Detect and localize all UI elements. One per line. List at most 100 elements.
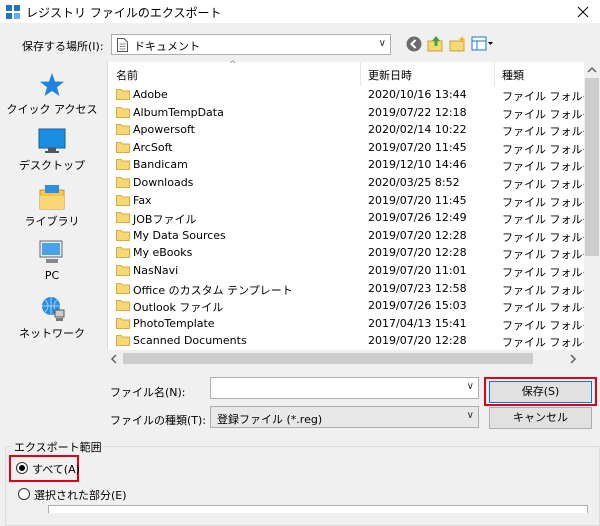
place-label: PC [44,269,60,282]
filetype-select[interactable]: 登録ファイル (*.reg) ∨ [210,406,479,428]
filetype-label: ファイルの種類(T): [110,414,207,427]
folder-icon [116,212,130,224]
filename-label: ファイル名(N): [110,386,186,399]
file-row[interactable]: AlbumTempData 2019/07/22 12:18 ファイル フォルダー [108,104,600,122]
file-row[interactable]: Fax 2019/07/20 11:45 ファイル フォルダー [108,192,600,210]
file-name: My eBooks [133,246,193,260]
place-libraries[interactable]: ライブラリ [0,184,104,246]
file-list[interactable]: ^ 名前 更新日時 種類 Adobe 2020/10/16 13:44 ファイル フ… [107,60,600,367]
file-name: JOBファイル [133,213,197,227]
scroll-left-icon[interactable] [110,354,118,364]
file-date: 2019/07/26 12:49 [368,211,467,225]
export-range-group [5,446,600,526]
file-row[interactable]: My Data Sources 2019/07/20 12:28 ファイル フォルダ… [108,227,600,245]
file-row[interactable]: JOBファイル 2019/07/26 12:49 ファイル フォルダー [108,209,600,227]
file-row[interactable]: PhotoTemplate 2017/04/13 15:41 ファイル フォルダー [108,315,600,333]
file-date: 2019/07/26 15:03 [368,299,467,313]
file-date: 2019/07/20 11:45 [368,140,467,154]
scroll-right-icon[interactable] [569,354,577,364]
file-row[interactable]: Office のカスタム テンプレート 2019/07/23 12:58 ファイル … [108,280,600,298]
file-date: 2019/07/22 12:18 [368,105,467,119]
list-header: ^ 名前 更新日時 種類 [108,60,578,86]
column-divider[interactable] [360,62,361,86]
up-folder-icon[interactable] [427,35,445,53]
place-label: クイック アクセス [6,103,98,116]
folder-icon [116,106,130,118]
new-folder-icon[interactable] [449,35,467,53]
file-date: 2020/03/25 8:52 [368,176,460,189]
pc-icon [39,240,63,263]
filename-input[interactable]: ∨ [210,377,479,399]
radio-selected-branch-label[interactable]: 選択された部分(E) [34,487,127,503]
folder-icon [116,141,130,153]
column-header-name[interactable]: 名前 [116,67,138,83]
file-date: 2019/07/20 11:01 [368,264,467,277]
folder-icon [116,177,130,188]
folder-icon [116,265,130,276]
file-row[interactable]: Apowersoft 2020/02/14 10:22 ファイル フォルダー [108,121,600,139]
file-date: 2019/07/20 12:28 [368,246,467,260]
chevron-down-icon: ∨ [378,38,386,49]
back-icon[interactable] [405,35,423,53]
place-label: デスクトップ [19,159,85,172]
export-range-label: エクスポート範囲 [12,439,104,455]
radio-selected-branch[interactable] [18,488,30,500]
quick-access-star-icon [40,73,64,96]
file-name: My Data Sources [133,228,226,242]
file-row[interactable]: Bandicam 2019/12/10 14:46 ファイル フォルダー [108,156,600,174]
place-network[interactable]: ネットワーク [0,296,104,358]
file-name: NasNavi [133,264,179,277]
file-row[interactable]: My eBooks 2019/07/20 12:28 ファイル フォルダー [108,244,600,262]
column-header-date[interactable]: 更新日時 [368,67,412,83]
registry-editor-icon [6,5,20,19]
sort-ascending-icon: ^ [229,60,237,70]
file-row[interactable]: ArcSoft 2019/07/20 11:45 ファイル フォルダー [108,139,600,157]
horizontal-scroll-thumb[interactable] [123,353,533,364]
libraries-icon [39,185,65,210]
save-in-label: 保存する場所(I): [22,40,104,53]
highlight-box [484,377,597,406]
file-row[interactable]: NasNavi 2019/07/20 11:01 ファイル フォルダー [108,262,600,280]
place-desktop[interactable]: デスクトップ [0,128,104,190]
file-name: Adobe [133,88,168,101]
file-name: ArcSoft [133,140,173,154]
folder-icon [116,247,130,259]
filetype-value: 登録ファイル (*.reg) [217,413,323,426]
vertical-scroll-thumb[interactable] [585,78,599,256]
file-date: 2019/07/20 11:45 [368,193,467,207]
save-in-dropdown[interactable]: ドキュメント ∨ [111,34,391,55]
radio-all-label[interactable]: すべて(A) [32,461,80,477]
file-date: 2019/07/23 12:58 [368,281,467,295]
file-row[interactable]: Scanned Documents 2019/07/20 12:28 ファイル フォ… [108,332,600,350]
folder-icon [116,317,130,329]
desktop-icon [38,128,66,153]
file-row[interactable]: Adobe 2020/10/16 13:44 ファイル フォルダー [108,86,600,104]
close-icon [577,6,589,18]
file-date: 2019/07/20 12:28 [368,334,467,348]
selected-branch-input[interactable] [48,505,588,513]
folder-icon [116,229,130,241]
documents-icon [117,38,128,52]
file-name: PhotoTemplate [133,316,215,330]
file-row[interactable]: Outlook ファイル 2019/07/26 15:03 ファイル フォルダー [108,297,600,315]
folder-icon [116,159,130,171]
folder-icon [116,194,130,206]
place-pc[interactable]: PC [0,240,104,302]
scroll-up-icon[interactable] [587,66,597,74]
file-name: Downloads [133,176,194,189]
file-row[interactable]: Downloads 2020/03/25 8:52 ファイル フォルダー [108,174,600,192]
radio-all[interactable] [16,462,28,474]
file-name: AlbumTempData [133,105,224,119]
file-date: 2020/10/16 13:44 [368,88,467,101]
column-header-type[interactable]: 種類 [502,67,524,83]
file-date: 2019/12/10 14:46 [368,158,467,172]
view-menu-icon[interactable] [471,35,495,53]
cancel-button[interactable]: キャンセル [489,407,592,429]
chevron-down-icon[interactable]: ∨ [467,381,474,392]
column-divider[interactable] [494,62,495,86]
folder-icon [116,124,130,136]
close-button[interactable] [566,0,600,24]
place-quick-access[interactable]: クイック アクセス [0,72,104,134]
folder-icon [116,335,130,347]
save-in-value: ドキュメント [134,40,200,53]
